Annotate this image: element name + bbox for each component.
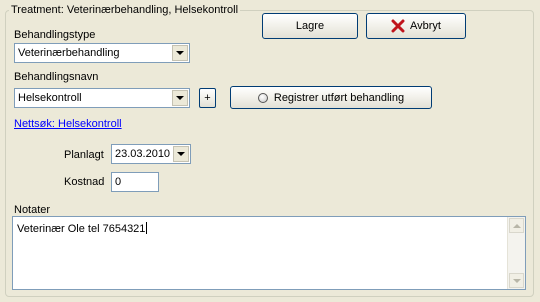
planned-label: Planlagt bbox=[64, 149, 104, 161]
treatment-type-label: Behandlingstype bbox=[14, 29, 96, 41]
treatment-type-select[interactable]: Veterinærbehandling bbox=[14, 43, 190, 63]
circle-icon bbox=[257, 92, 268, 103]
web-search-link[interactable]: Nettsøk: Helsekontroll bbox=[14, 118, 122, 130]
register-treatment-button[interactable]: Registrer utført behandling bbox=[230, 86, 432, 109]
treatment-name-select[interactable]: Helsekontroll bbox=[14, 88, 190, 108]
cost-label: Kostnad bbox=[64, 176, 105, 188]
cost-input[interactable]: 0 bbox=[111, 172, 159, 192]
chevron-down-icon[interactable] bbox=[172, 90, 188, 106]
notes-text: Veterinær Ole tel 7654321 bbox=[17, 222, 148, 235]
notes-textarea[interactable]: Veterinær Ole tel 7654321 bbox=[12, 216, 526, 290]
text-caret bbox=[146, 222, 148, 234]
treatment-type-value: Veterinærbehandling bbox=[18, 47, 120, 59]
treatment-name-value: Helsekontroll bbox=[18, 92, 82, 104]
save-button[interactable]: Lagre bbox=[262, 13, 358, 39]
treatment-name-label: Behandlingsnavn bbox=[14, 71, 99, 83]
cost-value: 0 bbox=[115, 176, 122, 188]
group-title: Treatment: Veterinærbehandling, Helsekon… bbox=[9, 4, 241, 16]
planned-date-value: 23.03.2010 bbox=[115, 148, 171, 160]
red-x-icon bbox=[391, 19, 405, 33]
add-treatment-button[interactable]: + bbox=[199, 88, 216, 108]
notes-label: Notater bbox=[14, 204, 51, 216]
cancel-button-label: Avbryt bbox=[410, 20, 441, 32]
scroll-up-icon[interactable] bbox=[509, 218, 524, 233]
chevron-down-icon[interactable] bbox=[173, 146, 189, 162]
register-button-label: Registrer utført behandling bbox=[273, 91, 405, 104]
save-button-label: Lagre bbox=[295, 20, 325, 32]
chevron-down-icon[interactable] bbox=[172, 45, 188, 61]
scroll-down-icon[interactable] bbox=[509, 273, 524, 288]
notes-value: Veterinær Ole tel 7654321 bbox=[17, 223, 146, 235]
planned-date-picker[interactable]: 23.03.2010 bbox=[111, 144, 191, 164]
add-button-label: + bbox=[204, 92, 211, 104]
cancel-button[interactable]: Avbryt bbox=[366, 13, 466, 39]
notes-scrollbar[interactable] bbox=[507, 217, 525, 289]
